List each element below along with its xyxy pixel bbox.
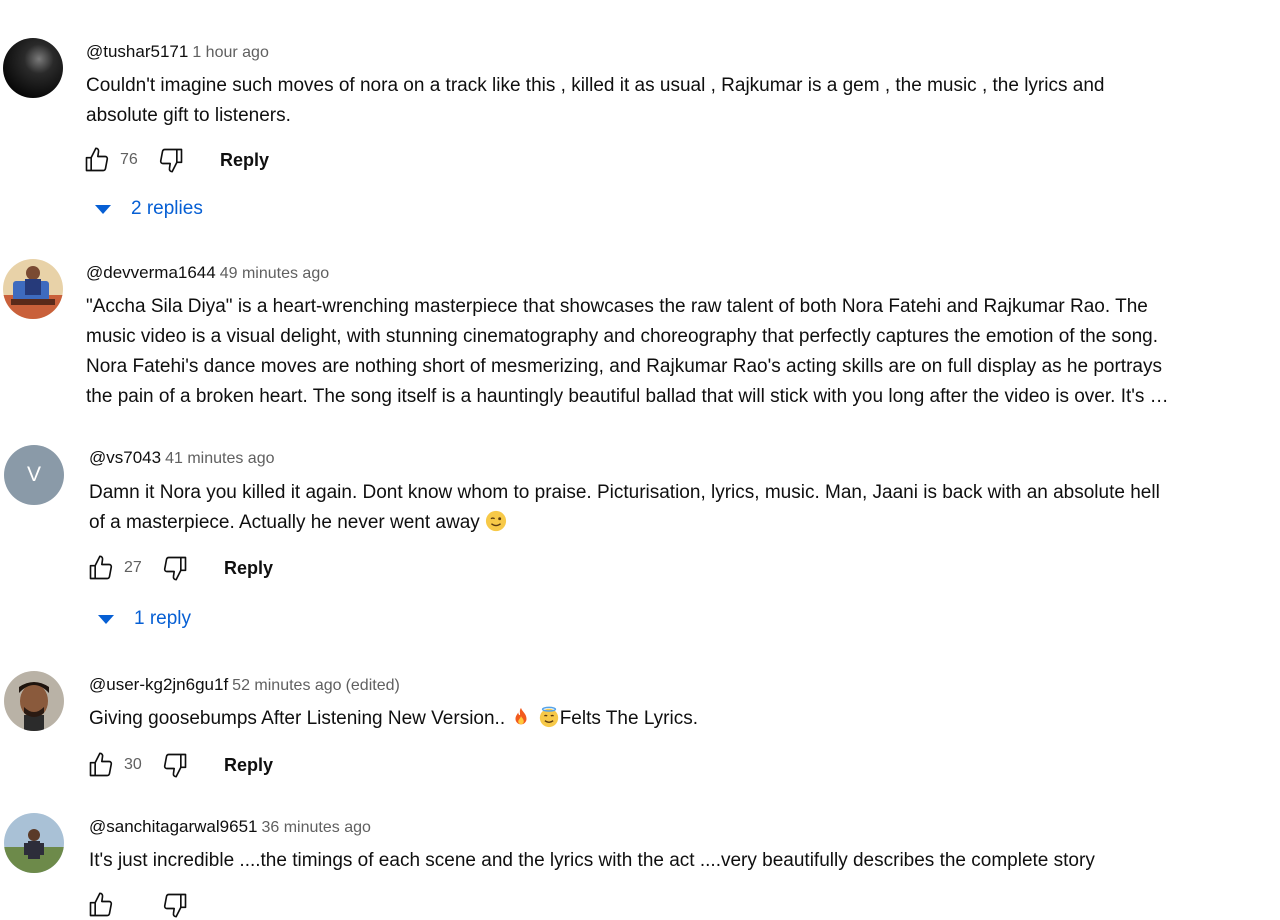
- dislike-button[interactable]: [156, 145, 186, 175]
- avatar[interactable]: [4, 671, 64, 731]
- like-button[interactable]: [86, 890, 116, 920]
- comment-actions: 27 Reply: [86, 553, 273, 583]
- comment-time[interactable]: 49 minutes ago: [220, 265, 329, 282]
- comment-time[interactable]: 36 minutes ago: [261, 819, 370, 836]
- comment-header: @vs7043 41 minutes ago: [89, 448, 274, 469]
- fire-emoji-icon: [515, 707, 527, 725]
- comment-text: Damn it Nora you killed it again. Dont k…: [89, 478, 1160, 538]
- author-name[interactable]: @user-kg2jn6gu1f: [89, 675, 228, 694]
- comment-line: of a masterpiece. Actually he never went…: [89, 508, 1160, 538]
- comment-line: music video is a visual delight, with st…: [86, 326, 1159, 347]
- comment-actions: 30 Reply: [86, 750, 273, 780]
- thumbs-up-icon: [89, 892, 113, 917]
- avatar-letter: V: [26, 463, 41, 486]
- dislike-button[interactable]: [160, 890, 190, 920]
- caret-down-icon: [95, 204, 111, 214]
- comment-header: @user-kg2jn6gu1f 52 minutes ago (edited): [89, 675, 400, 696]
- smiling-face-with-halo-emoji-icon: [539, 706, 558, 728]
- thumbs-down-icon: [159, 148, 183, 173]
- comment-header: @sanchitagarwal9651 36 minutes ago: [89, 817, 371, 838]
- view-replies-button[interactable]: 2 replies: [95, 198, 203, 220]
- avatar[interactable]: [4, 813, 64, 873]
- author-name[interactable]: @tushar5171: [86, 42, 188, 61]
- thumbs-down-icon: [163, 893, 187, 918]
- like-count: 76: [120, 151, 138, 168]
- reply-button[interactable]: Reply: [224, 558, 273, 579]
- thumbs-down-icon: [163, 753, 187, 778]
- comment-text: "Accha Sila Diya" is a heart-wrenching m…: [86, 292, 1169, 412]
- replies-label: 2 replies: [131, 198, 203, 219]
- dislike-button[interactable]: [160, 553, 190, 583]
- like-button[interactable]: [82, 145, 112, 175]
- dislike-button[interactable]: [160, 750, 190, 780]
- comment-text: Giving goosebumps After Listening New Ve…: [89, 704, 698, 734]
- reply-button[interactable]: Reply: [224, 755, 273, 776]
- avatar[interactable]: [3, 259, 63, 319]
- comment-line: "Accha Sila Diya" is a heart-wrenching m…: [86, 296, 1148, 317]
- like-button[interactable]: [86, 750, 116, 780]
- comment-line-text: of a masterpiece. Actually he never went…: [89, 512, 480, 533]
- illustrated-person-avatar-icon: [3, 259, 63, 319]
- edited-label: (edited): [345, 677, 400, 694]
- avatar[interactable]: [3, 38, 63, 98]
- comment-line: the pain of a broken heart. The song its…: [86, 386, 1169, 407]
- comment-time[interactable]: 41 minutes ago: [165, 450, 274, 467]
- reply-button[interactable]: Reply: [220, 150, 269, 171]
- like-button[interactable]: [86, 553, 116, 583]
- comment-line: Damn it Nora you killed it again. Dont k…: [89, 482, 1160, 503]
- dark-sphere-avatar-icon: [3, 38, 63, 98]
- comment-line-text: Felts The Lyrics.: [559, 708, 699, 729]
- comment-line-text: Giving goosebumps After Listening New Ve…: [89, 708, 506, 729]
- comment-time[interactable]: 1 hour ago: [192, 44, 269, 61]
- comment-time[interactable]: 52 minutes ago: [232, 677, 341, 694]
- author-name[interactable]: @devverma1644: [86, 263, 216, 282]
- comment-line: Couldn't imagine such moves of nora on a…: [86, 75, 1105, 96]
- thumbs-up-icon: [85, 147, 109, 172]
- comment-line: It's just incredible ....the timings of …: [89, 850, 1095, 871]
- outdoor-person-avatar-icon: [4, 813, 64, 873]
- winking-face-emoji-icon: [485, 510, 507, 532]
- comment-header: @devverma1644 49 minutes ago: [86, 263, 329, 284]
- comment-text: Couldn't imagine such moves of nora on a…: [86, 71, 1104, 131]
- author-name[interactable]: @sanchitagarwal9651: [89, 817, 257, 836]
- comment-actions: [86, 890, 190, 920]
- comment-header: @tushar5171 1 hour ago: [86, 42, 269, 63]
- comment-text: It's just incredible ....the timings of …: [89, 846, 1095, 876]
- caret-down-icon: [98, 614, 114, 624]
- avatar[interactable]: V: [4, 445, 64, 505]
- comment-actions: 76 Reply: [82, 145, 269, 175]
- replies-label: 1 reply: [134, 608, 192, 629]
- thumbs-up-icon: [89, 555, 113, 580]
- view-replies-button[interactable]: 1 reply: [98, 608, 191, 630]
- like-count: 30: [124, 756, 142, 773]
- like-count: 27: [124, 559, 142, 576]
- comment-line: Giving goosebumps After Listening New Ve…: [89, 704, 698, 734]
- comment-line: Nora Fatehi's dance moves are nothing sh…: [86, 356, 1162, 377]
- thumbs-up-icon: [89, 752, 113, 777]
- man-photo-avatar-icon: [4, 671, 64, 731]
- thumbs-down-icon: [163, 556, 187, 581]
- comment-line: absolute gift to listeners.: [86, 105, 291, 126]
- author-name[interactable]: @vs7043: [89, 448, 161, 467]
